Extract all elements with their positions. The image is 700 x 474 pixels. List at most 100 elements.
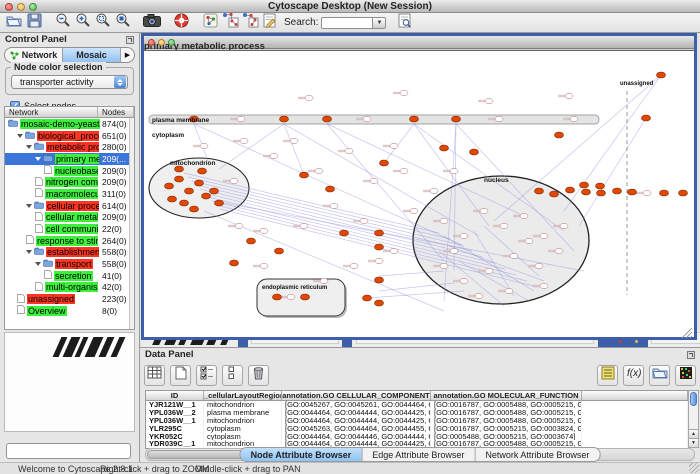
new-attribute-button[interactable] bbox=[170, 365, 191, 386]
tab-edge-attribute-browser[interactable]: Edge Attribute Browser bbox=[362, 448, 475, 461]
tree-row-label: unassigned bbox=[27, 294, 75, 304]
tree-row[interactable]: Overview 8(0) bbox=[5, 305, 134, 317]
data-panel-header: Data Panel bbox=[140, 348, 700, 361]
expand-arrow-icon[interactable] bbox=[26, 145, 32, 149]
tree-row[interactable]: secretion41(0) bbox=[5, 270, 134, 282]
zoom-out-button[interactable] bbox=[54, 14, 72, 31]
scrollbar-thumb[interactable] bbox=[690, 392, 697, 406]
table-cell: [GO:0016787, GO:0005488, GO:0005215, G..… bbox=[431, 417, 582, 425]
tree-row[interactable]: multi-organism pro42(0) bbox=[5, 282, 134, 294]
zoom-fit-button[interactable] bbox=[114, 14, 132, 31]
function-builder-button[interactable]: f(x) bbox=[623, 365, 644, 386]
import-attributes-button[interactable] bbox=[649, 365, 670, 386]
minimize-button[interactable] bbox=[158, 39, 165, 46]
birds-eye-view[interactable] bbox=[4, 332, 135, 432]
close-button[interactable] bbox=[148, 39, 155, 46]
zoom-in-icon bbox=[75, 12, 91, 33]
table-row[interactable]: YPL036W__2plasma membrane[GO:0044464, GO… bbox=[146, 409, 688, 417]
expand-arrow-icon[interactable] bbox=[26, 204, 32, 208]
table-cell: [GO:0016787, GO:0005215, GO:0003824, G..… bbox=[431, 425, 582, 433]
save-session-button[interactable] bbox=[25, 14, 43, 31]
search-document-button[interactable] bbox=[396, 14, 414, 31]
search-input[interactable] bbox=[321, 17, 373, 29]
tree-row[interactable]: metabolic process280(0) bbox=[5, 141, 134, 153]
table-options-button[interactable] bbox=[144, 365, 165, 386]
node-color-dropdown[interactable]: transporter activity bbox=[11, 75, 128, 89]
layout-network-a-button[interactable] bbox=[221, 14, 239, 31]
tab-network[interactable]: Network bbox=[5, 48, 63, 62]
attribute-matrix-button[interactable] bbox=[675, 365, 696, 386]
attribute-list-button[interactable] bbox=[597, 365, 618, 386]
column-header[interactable]: annotation.GO MOLECULAR_FUNCTION bbox=[431, 391, 582, 400]
compartment-label-mitochondrion: mitochondrion bbox=[170, 160, 216, 167]
tree-row-label: Overview bbox=[27, 306, 67, 316]
tab-overflow-arrow-icon[interactable]: ▶ bbox=[121, 48, 134, 62]
folder-icon bbox=[25, 131, 35, 141]
tree-row[interactable]: nitrogen compo209(0) bbox=[5, 176, 134, 188]
table-row[interactable]: YKR052Ccytoplasm[GO:0044464, GO:0044446,… bbox=[146, 433, 688, 441]
tree-row-count: 8(0) bbox=[102, 306, 117, 316]
column-header[interactable]: _cellularLayoutRegion bbox=[204, 391, 282, 400]
tree-row[interactable]: cellular metabo209(0) bbox=[5, 212, 134, 224]
tree-row[interactable]: primary metabo209(... bbox=[5, 153, 134, 165]
zoom-in-button[interactable] bbox=[74, 14, 92, 31]
table-row[interactable]: YJR121W__1mitochondrion[GO:0045267, GO:0… bbox=[146, 401, 688, 409]
close-button[interactable] bbox=[5, 3, 13, 11]
file-icon bbox=[35, 282, 43, 293]
search-dropdown-arrow-icon[interactable]: ▼ bbox=[373, 17, 386, 29]
tree-row[interactable]: transport558(0) bbox=[5, 258, 134, 270]
expand-arrow-icon[interactable] bbox=[26, 250, 32, 254]
tree-column-network[interactable]: Network bbox=[5, 107, 98, 117]
folder-icon bbox=[43, 154, 53, 164]
table-row[interactable]: YLR295Ccytoplasm[GO:0045263, GO:0044464,… bbox=[146, 425, 688, 433]
scroll-up-button[interactable]: ▲ bbox=[689, 429, 698, 438]
help-button[interactable] bbox=[172, 14, 190, 31]
tree-row[interactable]: cellular process614(0) bbox=[5, 200, 134, 212]
export-image-button[interactable] bbox=[143, 14, 161, 31]
window-resize-grip[interactable] bbox=[689, 463, 699, 473]
delete-attribute-button[interactable] bbox=[248, 365, 269, 386]
tree-row[interactable]: establishment of lo558(0) bbox=[5, 247, 134, 259]
zoom-selected-button[interactable] bbox=[94, 14, 112, 31]
tree-row[interactable]: nucleobase-209(0) bbox=[5, 165, 134, 177]
tab-network-attribute-browser[interactable]: Network Attribute Browser bbox=[475, 448, 599, 461]
create-network-view-button[interactable] bbox=[201, 14, 219, 31]
column-header[interactable]: ID bbox=[146, 391, 204, 400]
expand-arrow-icon[interactable] bbox=[17, 134, 23, 138]
tree-row[interactable]: cell communicat22(0) bbox=[5, 223, 134, 235]
table-vertical-scrollbar[interactable]: ▲ ▼ bbox=[688, 390, 699, 448]
open-session-button[interactable] bbox=[5, 14, 23, 31]
tree-row[interactable]: unassigned223(0) bbox=[5, 293, 134, 305]
network-filter-field[interactable] bbox=[6, 443, 131, 459]
column-header[interactable]: annotation.GO CELLULAR_COMPONENT bbox=[282, 391, 431, 400]
attribute-list-icon bbox=[601, 366, 615, 385]
tab-mosaic[interactable]: Mosaic bbox=[63, 48, 121, 62]
tree-row[interactable]: response to stimulu264(0) bbox=[5, 235, 134, 247]
table-cell: [GO:0005488, GO:0005215, GO:0003674] bbox=[431, 433, 582, 441]
annotation-button[interactable] bbox=[261, 14, 279, 31]
table-cell: mitochondrion bbox=[204, 417, 282, 425]
unselect-attributes-button[interactable] bbox=[222, 365, 243, 386]
select-attributes-button[interactable] bbox=[196, 365, 217, 386]
tree-row[interactable]: mosaic-demo-yeast874(0) bbox=[5, 118, 134, 130]
zoom-window-button[interactable] bbox=[168, 39, 175, 46]
tree-row-count: 42(0) bbox=[102, 282, 122, 292]
tree-row[interactable]: biological_process651(0) bbox=[5, 130, 134, 142]
network-canvas[interactable]: plasma membranecytoplasmmitochondrionnuc… bbox=[144, 50, 694, 337]
file-icon bbox=[35, 177, 43, 188]
tree-scrollbar[interactable] bbox=[129, 118, 134, 329]
tree-column-nodes[interactable]: Nodes bbox=[98, 107, 134, 117]
table-row[interactable]: YPL036W__1mitochondrion[GO:0044464, GO:0… bbox=[146, 417, 688, 425]
network-window-titlebar[interactable]: primary metabolic process bbox=[144, 36, 694, 49]
scroll-down-button[interactable]: ▼ bbox=[689, 438, 698, 447]
minimize-button[interactable] bbox=[17, 3, 25, 11]
tree-row[interactable]: macromolecule311(0) bbox=[5, 188, 134, 200]
layout-network-b-button[interactable] bbox=[241, 14, 259, 31]
zoom-window-button[interactable] bbox=[29, 3, 37, 11]
tab-node-attribute-browser[interactable]: Node Attribute Browser bbox=[241, 448, 363, 461]
expand-arrow-icon[interactable] bbox=[35, 262, 41, 266]
float-panel-icon[interactable] bbox=[126, 36, 134, 44]
expand-arrow-icon[interactable] bbox=[35, 157, 41, 161]
status-text: Right-click + drag to ZOOM bbox=[100, 464, 209, 474]
float-panel-icon[interactable] bbox=[687, 351, 695, 359]
